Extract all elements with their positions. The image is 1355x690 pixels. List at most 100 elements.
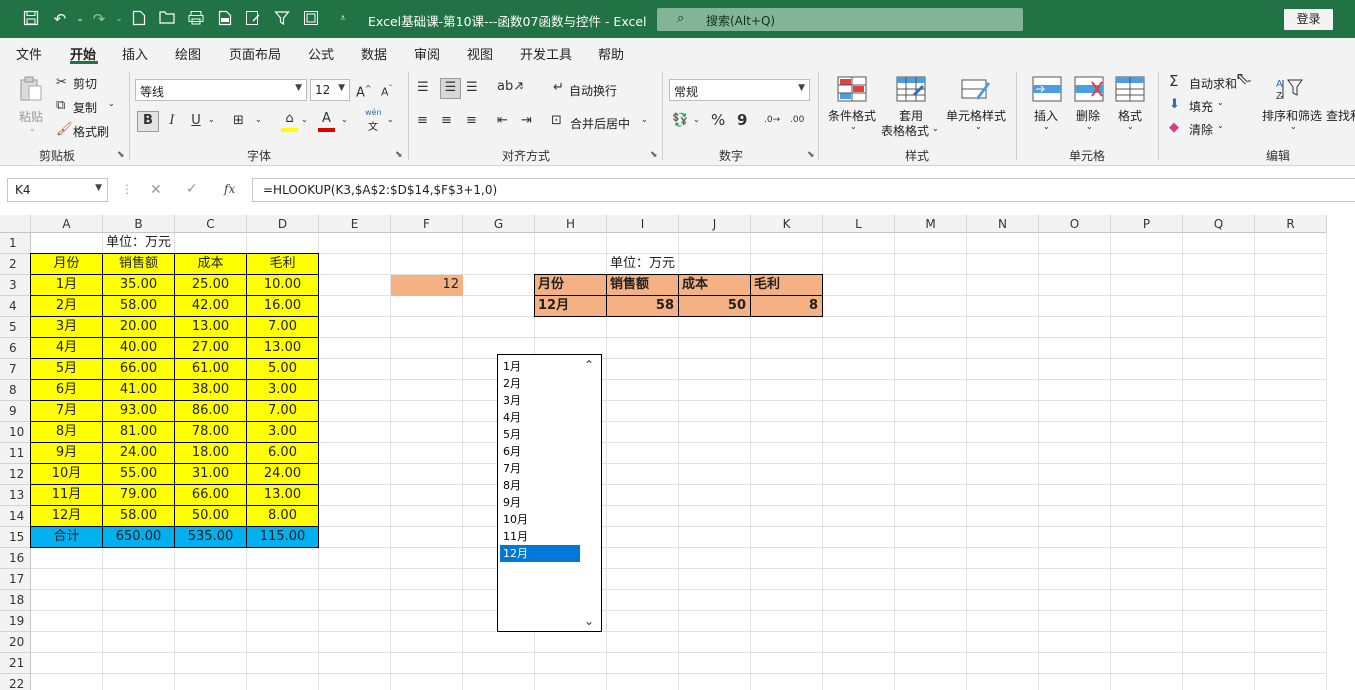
row-header-13[interactable]: 13 [0, 485, 31, 506]
copy-icon[interactable]: ⧉ [56, 97, 65, 115]
format-painter-label[interactable]: 格式刷 [73, 123, 109, 140]
row-header-22[interactable]: 22 [0, 674, 31, 690]
copy-dropdown-icon[interactable]: ⌄ [108, 99, 115, 108]
row-header-3[interactable]: 3 [0, 275, 31, 296]
listbox-item[interactable]: 6月 [500, 443, 580, 460]
row-header-6[interactable]: 6 [0, 338, 31, 359]
column-header-k[interactable]: K [751, 215, 823, 233]
pdf-icon[interactable] [216, 10, 234, 28]
phonetic-dropdown-icon[interactable]: ⌄ [387, 115, 394, 124]
row-header-14[interactable]: 14 [0, 506, 31, 527]
filter-icon[interactable] [273, 10, 291, 28]
column-header-a[interactable]: A [31, 215, 103, 233]
tab-formulas[interactable]: 公式 [308, 44, 334, 63]
format-cells-icon[interactable] [1115, 76, 1145, 104]
listbox-item[interactable]: 5月 [500, 426, 580, 443]
listbox-item[interactable]: 12月 [500, 545, 580, 562]
select-all-corner[interactable] [0, 215, 31, 233]
row-header-16[interactable]: 16 [0, 548, 31, 569]
month-listbox[interactable]: 1月 2月 3月 4月 5月 6月 7月 8月 9月 10月 11月 12月 ⌃ ⌄ [497, 354, 602, 632]
worksheet-grid[interactable]: A B C D E F G H I J K L M N O P Q R 1 2 3 4 5 6 7 8 9 10 11 12 13 14 15 1… [0, 215, 1355, 690]
listbox-item[interactable]: 8月 [500, 477, 580, 494]
listbox-item[interactable]: 7月 [500, 460, 580, 477]
column-header-p[interactable]: P [1111, 215, 1183, 233]
merge-dropdown-icon[interactable]: ⌄ [641, 115, 648, 124]
name-box[interactable]: K4 ▼ [7, 178, 108, 202]
comma-style-button[interactable]: 9 [737, 111, 747, 129]
row-header-20[interactable]: 20 [0, 632, 31, 653]
tab-review[interactable]: 审阅 [414, 44, 440, 63]
column-header-g[interactable]: G [463, 215, 535, 233]
alignment-dialog-launcher-icon[interactable]: ⬊ [650, 150, 658, 160]
conditional-formatting-dropdown-icon[interactable]: ⌄ [850, 122, 857, 131]
fill-color-dropdown-icon[interactable]: ⌄ [301, 115, 308, 124]
font-name-select[interactable]: 等线 ▼ [135, 79, 307, 101]
format-as-table-icon[interactable] [896, 76, 926, 104]
font-dialog-launcher-icon[interactable]: ⬊ [395, 150, 403, 160]
increase-decimal-icon[interactable]: .0→ [764, 111, 780, 129]
lookup-unit-label[interactable]: 单位：万元 [607, 254, 751, 275]
align-center-icon[interactable]: ≡ [441, 112, 452, 130]
decrease-indent-icon[interactable]: ⇤ [497, 112, 508, 130]
align-right-icon[interactable]: ≡ [466, 112, 477, 130]
borders-icon[interactable]: ⊞ [233, 112, 244, 130]
listbox-item[interactable]: 11月 [500, 528, 580, 545]
enter-icon[interactable]: ✓ [186, 181, 198, 197]
increase-font-icon[interactable]: A^ [356, 80, 372, 102]
align-bottom-icon[interactable]: ☰ [466, 79, 478, 97]
conditional-formatting-icon[interactable] [837, 76, 867, 104]
scroll-up-icon[interactable]: ⌃ [584, 358, 594, 372]
column-header-b[interactable]: B [103, 215, 175, 233]
decrease-decimal-icon[interactable]: .00 [790, 111, 804, 129]
autosum-label[interactable]: 自动求和 [1189, 75, 1237, 92]
sort-filter-dropdown-icon[interactable]: ⌄ [1290, 122, 1297, 131]
customize-icon[interactable]: ⩡ [334, 10, 352, 28]
font-size-select[interactable]: 12 ▼ [310, 79, 350, 101]
fill-color-icon[interactable]: ⌂ [281, 110, 298, 132]
tab-data[interactable]: 数据 [361, 44, 387, 63]
clear-label[interactable]: 清除 [1189, 121, 1213, 138]
format-cells-dropdown-icon[interactable]: ⌄ [1127, 122, 1134, 131]
increase-indent-icon[interactable]: ⇥ [521, 112, 532, 130]
form-icon[interactable] [244, 10, 262, 28]
wrap-text-icon[interactable]: ↵ [553, 79, 564, 97]
clear-dropdown-icon[interactable]: ⌄ [1217, 121, 1224, 130]
tab-insert[interactable]: 插入 [122, 44, 148, 63]
column-header-m[interactable]: M [895, 215, 967, 233]
login-button[interactable]: 登录 [1284, 9, 1333, 30]
row-header-8[interactable]: 8 [0, 380, 31, 401]
sort-filter-icon[interactable]: AZ [1275, 76, 1305, 104]
fill-label[interactable]: 填充 [1189, 98, 1213, 115]
print-preview-icon[interactable] [187, 10, 205, 28]
align-left-icon[interactable]: ≡ [417, 112, 428, 130]
format-as-table-label-2[interactable]: 表格格式 [881, 122, 929, 139]
row-header-4[interactable]: 4 [0, 296, 31, 317]
listbox-item[interactable]: 4月 [500, 409, 580, 426]
decrease-font-icon[interactable]: Aˇ [381, 80, 393, 102]
italic-button[interactable]: I [165, 112, 179, 130]
underline-button[interactable]: U [189, 112, 203, 130]
format-as-table-dropdown-icon[interactable]: ⌄ [932, 124, 939, 133]
insert-cells-icon[interactable] [1032, 76, 1062, 104]
unit-label[interactable]: 单位：万元 [103, 233, 247, 254]
row-header-9[interactable]: 9 [0, 401, 31, 422]
orientation-dropdown-icon[interactable]: ⌄ [518, 82, 525, 91]
row-header-17[interactable]: 17 [0, 569, 31, 590]
format-painter-icon[interactable]: 🖌 [56, 121, 73, 139]
cut-label[interactable]: 剪切 [73, 75, 97, 92]
row-header-18[interactable]: 18 [0, 590, 31, 611]
font-color-dropdown-icon[interactable]: ⌄ [341, 115, 348, 124]
column-header-c[interactable]: C [175, 215, 247, 233]
delete-cells-dropdown-icon[interactable]: ⌄ [1086, 122, 1093, 131]
cell-styles-icon[interactable] [961, 76, 991, 104]
fill-dropdown-icon[interactable]: ⌄ [1217, 98, 1224, 107]
search-box[interactable]: ⌕ 搜索(Alt+Q) [657, 8, 1023, 31]
row-header-19[interactable]: 19 [0, 611, 31, 632]
column-header-h[interactable]: H [535, 215, 607, 233]
insert-cells-dropdown-icon[interactable]: ⌄ [1043, 122, 1050, 131]
row-header-5[interactable]: 5 [0, 317, 31, 338]
scroll-down-icon[interactable]: ⌄ [584, 614, 594, 628]
borders-dropdown-icon[interactable]: ⌄ [255, 115, 262, 124]
cut-icon[interactable]: ✂ [56, 74, 67, 92]
phonetic-icon[interactable]: 文 [368, 118, 378, 133]
